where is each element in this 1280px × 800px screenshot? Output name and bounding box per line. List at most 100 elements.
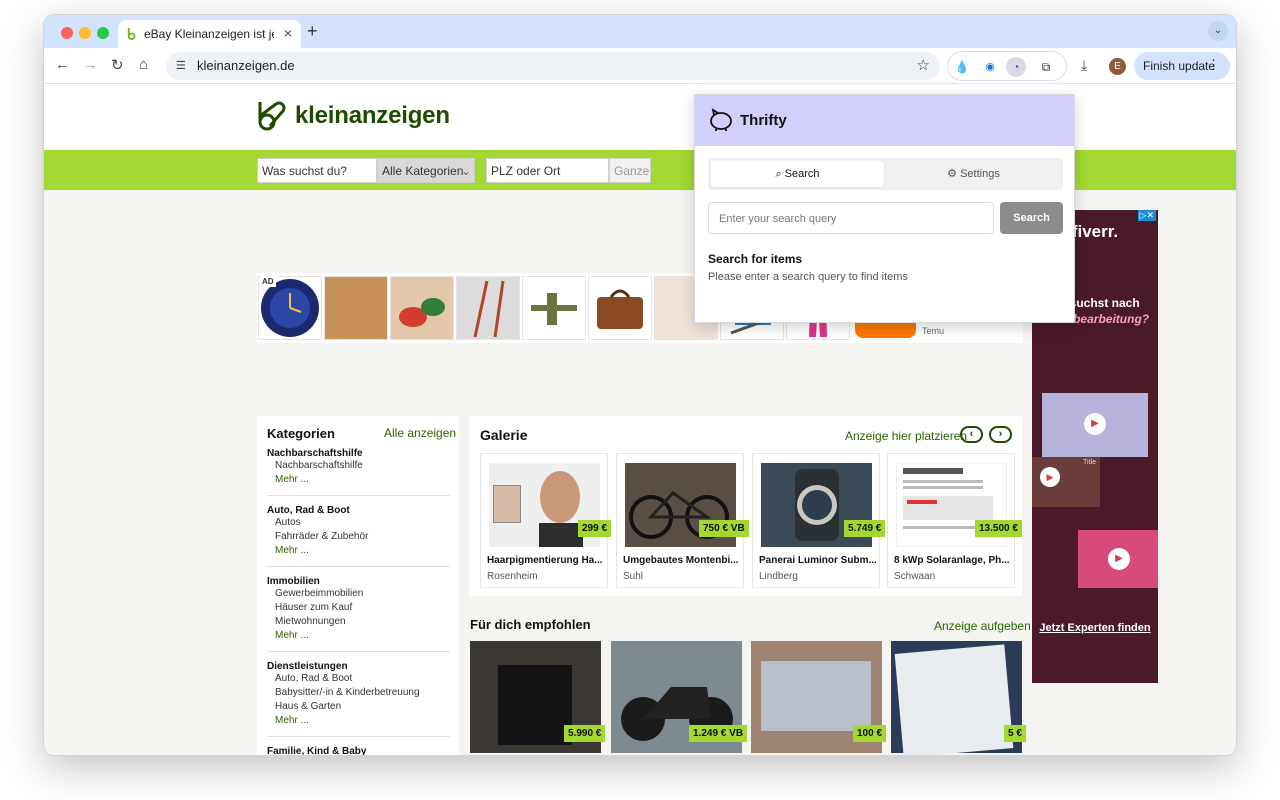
location-input[interactable]: PLZ oder Ort [486, 158, 609, 183]
category-title[interactable]: Immobilien [267, 576, 320, 587]
category-select-value: Alle Kategorien [382, 164, 464, 178]
new-tab-button[interactable]: + [307, 21, 318, 42]
recommended-card[interactable]: 5.990 € [470, 641, 606, 753]
finish-update-label: Finish update [1143, 59, 1216, 73]
gallery-next-button[interactable]: › [989, 426, 1012, 443]
category-group: Dienstleistungen Auto, Rad & Boot Babysi… [267, 661, 450, 737]
category-select[interactable]: Alle Kategorien ⌄ [377, 158, 475, 183]
category-item[interactable]: Babysitter/-in & Kinderbetreuung [275, 687, 420, 698]
category-title[interactable]: Auto, Rad & Boot [267, 505, 350, 516]
fiverr-video-thumb-2[interactable]: Title ▶ [1032, 457, 1100, 507]
gallery-card-title[interactable]: 8 kWp Solaranlage, Ph... [894, 555, 1012, 566]
radius-select[interactable]: Ganzer [609, 158, 651, 183]
category-item[interactable]: Häuser zum Kauf [275, 602, 352, 613]
tab-settings[interactable]: ⚙ Settings [887, 161, 1060, 187]
post-ad-link[interactable]: Anzeige aufgeben [934, 619, 1031, 633]
ad-thumb-ladder[interactable] [456, 276, 520, 340]
profile-avatar[interactable]: E [1109, 58, 1126, 75]
recommended-card[interactable]: 1.249 € VB [611, 641, 748, 753]
category-title[interactable]: Familie, Kind & Baby [267, 746, 366, 755]
tab-search-label: Search [784, 168, 820, 180]
ad-label: AD [260, 276, 276, 287]
browser-tab[interactable]: eBay Kleinanzeigen ist jetzt Kleinanzeig… [118, 20, 301, 48]
category-group: Familie, Kind & Baby [267, 746, 450, 755]
gallery-place-ad-link[interactable]: Anzeige hier platzieren [845, 429, 967, 443]
url-text[interactable]: kleinanzeigen.de [197, 58, 295, 73]
gallery-card[interactable]: 5.749 € Panerai Luminor Subm... Lindberg [752, 453, 886, 588]
thrifty-extension-icon[interactable]: ◔ [1006, 57, 1026, 77]
bag-image-icon [597, 289, 643, 329]
ad-thumb-bag[interactable] [588, 276, 652, 340]
gallery-card-price: 299 € [578, 520, 612, 537]
search-what-input[interactable]: Was suchst du? [257, 158, 377, 183]
category-item[interactable]: Haus & Garten [275, 701, 341, 712]
close-window-button[interactable] [61, 27, 73, 39]
category-item[interactable]: Autos [275, 517, 301, 528]
gallery-card-title[interactable]: Panerai Luminor Subm... [759, 555, 877, 566]
category-item[interactable]: Nachbarschaftshilfe [275, 460, 363, 471]
ad-thumb-shoes[interactable] [390, 276, 454, 340]
recommended-card-price: 5 € [1004, 725, 1026, 742]
gallery-card-price: 750 € VB [699, 520, 749, 537]
home-icon[interactable]: ⌂ [139, 56, 148, 73]
recommended-card[interactable]: 5 € [891, 641, 1026, 755]
category-more-link[interactable]: Mehr ... [275, 715, 309, 726]
category-more-link[interactable]: Mehr ... [275, 630, 309, 641]
gallery-card-title[interactable]: Haarpigmentierung Ha... [487, 555, 605, 566]
category-title[interactable]: Nachbarschaftshilfe [267, 448, 363, 459]
grammar-extension-icon[interactable]: ◉ [980, 57, 1000, 77]
tab-close-icon[interactable]: × [284, 25, 292, 41]
category-title[interactable]: Dienstleistungen [267, 661, 348, 672]
search-button[interactable]: Search [1000, 202, 1063, 234]
bookmark-star-icon[interactable]: ☆ [917, 56, 930, 74]
categories-all-link[interactable]: Alle anzeigen [384, 426, 456, 440]
category-item[interactable]: Mietwohnungen [275, 616, 346, 627]
forward-arrow-icon[interactable]: → [83, 56, 98, 73]
play-icon[interactable]: ▶ [1108, 548, 1130, 570]
drop-extension-icon[interactable]: 💧 [952, 57, 972, 77]
tab-search[interactable]: ⌕ Search [711, 161, 884, 187]
gallery-card[interactable]: 299 € Haarpigmentierung Ha... Rosenheim [480, 453, 612, 588]
tab-search-chevron-icon[interactable]: ⌄ [1208, 21, 1228, 41]
back-arrow-icon[interactable]: ← [55, 56, 70, 73]
book-image [894, 644, 1014, 755]
fiverr-video-thumb-1[interactable]: ▶ [1042, 393, 1148, 457]
maximize-window-button[interactable] [97, 27, 109, 39]
download-icon[interactable]: ⤓ [1081, 57, 1087, 74]
gallery-card-title[interactable]: Umgebautes Montenbi... [623, 555, 741, 566]
address-bar[interactable]: ☰ kleinanzeigen.de ☆ [166, 52, 940, 80]
gallery-title: Galerie [480, 427, 528, 443]
search-what-placeholder: Was suchst du? [262, 164, 347, 178]
gallery-card[interactable]: 750 € VB Umgebautes Montenbi... Suhl [616, 453, 749, 588]
menu-dots-icon[interactable]: ⋮ [1207, 57, 1220, 73]
category-item[interactable]: Fahrräder & Zubehör [275, 531, 368, 542]
play-icon[interactable]: ▶ [1084, 413, 1106, 435]
category-item[interactable]: Auto, Rad & Boot [275, 673, 352, 684]
gallery-prev-button[interactable]: ‹ [960, 426, 983, 443]
recommended-card[interactable]: 100 € [751, 641, 887, 753]
category-more-link[interactable]: Mehr ... [275, 545, 309, 556]
ad-choices-icon[interactable]: ▷✕ [1137, 210, 1156, 221]
reload-icon[interactable]: ↻ [111, 56, 124, 74]
ad-thumb-organizer[interactable] [324, 276, 388, 340]
ad-thumb-plane[interactable] [522, 276, 586, 340]
search-query-input[interactable]: Enter your search query [708, 202, 994, 234]
shoes-image-icon [399, 298, 445, 327]
play-icon[interactable]: ▶ [1040, 467, 1060, 487]
category-item[interactable]: Gewerbeimmobilien [275, 588, 363, 599]
popup-header: Thrifty [695, 95, 1074, 146]
site-info-icon[interactable]: ☰ [176, 59, 186, 72]
finish-update-button[interactable]: Finish update ⋮ [1134, 52, 1230, 80]
extensions-puzzle-icon[interactable]: ⧉ [1036, 57, 1056, 77]
fiverr-video-thumb-3[interactable]: ▶ [1078, 530, 1158, 588]
recommended-title: Für dich empfohlen [470, 617, 591, 632]
categories-title: Kategorien [267, 426, 335, 441]
gallery-card[interactable]: 13.500 € 8 kWp Solaranlage, Ph... Schwaa… [887, 453, 1022, 588]
gallery-card-price: 5.749 € [844, 520, 886, 537]
gallery-section: Galerie Anzeige hier platzieren ‹ › 299 … [469, 416, 1022, 596]
category-more-link[interactable]: Mehr ... [275, 474, 309, 485]
category-group: Auto, Rad & Boot Autos Fahrräder & Zubeh… [267, 505, 450, 567]
browser-window: eBay Kleinanzeigen ist jetzt Kleinanzeig… [44, 15, 1236, 755]
minimize-window-button[interactable] [79, 27, 91, 39]
fiverr-cta-link[interactable]: Jetzt Experten finden [1032, 622, 1158, 634]
